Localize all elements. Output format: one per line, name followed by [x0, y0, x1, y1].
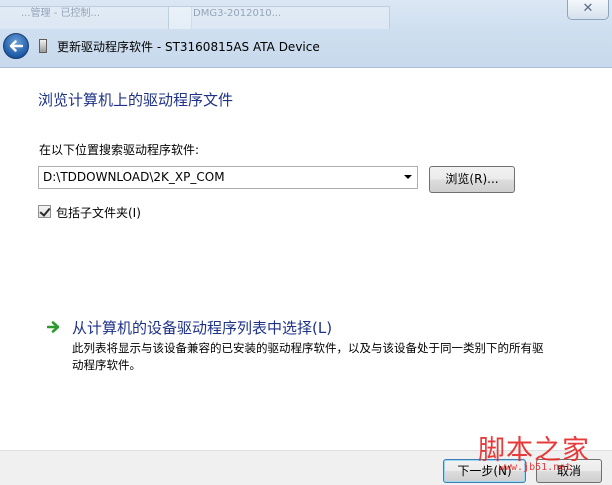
window-title: 更新驱动程序软件 - ST3160815AS ATA Device: [57, 40, 320, 54]
background-pane-2: DMG3-2012010...: [168, 6, 390, 29]
title-bar: ...管理 - 已控制... DMG3-2012010... ✕ 更新驱动程序软…: [0, 0, 612, 68]
page-heading: 浏览计算机上的驱动程序文件: [38, 91, 234, 109]
device-icon: [39, 39, 47, 53]
background-window: ...管理 - 已控制... DMG3-2012010...: [0, 0, 612, 29]
include-subfolders-label[interactable]: 包括子文件夹(I): [56, 204, 141, 221]
back-button[interactable]: [3, 33, 29, 59]
green-arrow-icon: [47, 321, 60, 333]
watermark-url: www.jb51.net: [499, 462, 572, 473]
include-subfolders-checkbox[interactable]: [38, 205, 51, 218]
search-location-label: 在以下位置搜索驱动程序软件:: [39, 143, 200, 157]
background-pane-1: ...管理 - 已控制...: [0, 6, 192, 29]
close-icon: ✕: [582, 1, 594, 16]
back-arrow-icon: [9, 40, 23, 52]
pick-from-list-link[interactable]: 从计算机的设备驱动程序列表中选择(L): [72, 317, 332, 338]
close-button[interactable]: ✕: [567, 0, 609, 20]
pick-from-list-description: 此列表将显示与该设备兼容的已安装的驱动程序软件，以及与该设备处于同一类别下的所有…: [72, 341, 544, 372]
path-value[interactable]: D:\TDDOWNLOAD\2K_XP_COM: [43, 170, 225, 184]
dropdown-arrow-icon[interactable]: [404, 175, 412, 179]
browse-button[interactable]: 浏览(R)...: [429, 166, 515, 193]
path-combobox[interactable]: D:\TDDOWNLOAD\2K_XP_COM: [38, 166, 418, 189]
